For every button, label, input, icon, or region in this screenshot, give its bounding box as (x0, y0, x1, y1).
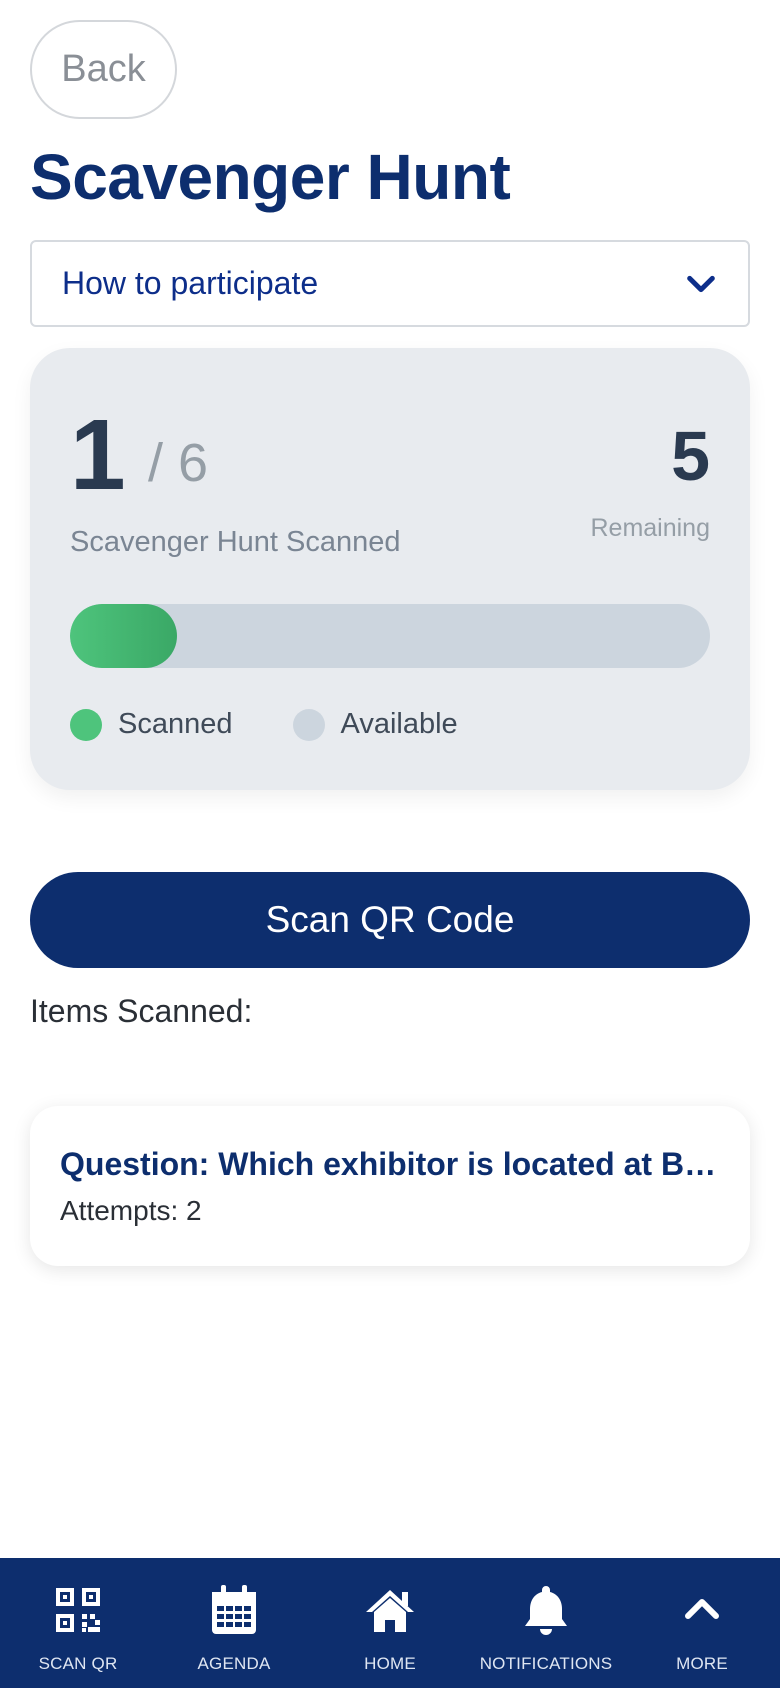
back-button-label: Back (61, 48, 146, 90)
progress-legend: Scanned Available (70, 708, 518, 741)
bell-icon (525, 1586, 567, 1635)
calendar-icon (212, 1585, 256, 1634)
nav-label-notifications: NOTIFICATIONS (479, 1654, 613, 1673)
total-count: / 6 (148, 433, 209, 493)
items-scanned-heading: Items Scanned: (30, 993, 253, 1029)
chevron-up-icon (685, 1599, 719, 1619)
how-to-participate-accordion[interactable]: How to participate (30, 240, 750, 327)
remaining-count: 5 (671, 417, 710, 495)
scanned-count: 1 (70, 399, 126, 511)
accordion-label: How to participate (62, 265, 319, 301)
list-item[interactable]: Question: Which exhibitor is located at … (30, 1106, 750, 1266)
nav-item-home[interactable]: HOME (312, 1558, 468, 1688)
nav-label-scan-qr: SCAN QR (38, 1654, 118, 1673)
qr-code-icon (56, 1588, 100, 1632)
chevron-down-icon (687, 275, 715, 292)
nav-label-agenda: AGENDA (197, 1654, 271, 1673)
legend-available-dot (292, 708, 325, 741)
legend-scanned-label: Scanned (118, 708, 233, 740)
remaining-label: Remaining (590, 514, 710, 542)
progress-bar (70, 604, 710, 668)
bottom-nav: SCAN QR AGENDA HOME NOTIFICATIONS MORE (0, 1558, 780, 1688)
item-question: Question: Which exhibitor is located at … (60, 1146, 717, 1182)
item-attempts: Attempts: 2 (60, 1195, 202, 1226)
scanned-label: Scavenger Hunt Scanned (70, 526, 401, 558)
nav-label-home: HOME (364, 1654, 416, 1673)
legend-available-label: Available (340, 708, 458, 740)
legend-scanned-dot (70, 708, 102, 741)
scan-qr-code-button[interactable]: Scan QR Code (30, 872, 750, 968)
progress-card: 1 / 6 5 Remaining Scavenger Hunt Scanned… (30, 348, 750, 790)
home-icon (366, 1590, 414, 1632)
nav-item-notifications[interactable]: NOTIFICATIONS (468, 1558, 624, 1688)
nav-item-more[interactable]: MORE (624, 1558, 780, 1688)
scavenger-hunt-page: Back Scavenger Hunt How to participate 1… (0, 0, 780, 1688)
nav-label-more: MORE (676, 1654, 728, 1673)
progress-bar-fill (70, 604, 177, 668)
back-button[interactable]: Back (30, 20, 177, 119)
page-title: Scavenger Hunt (30, 141, 511, 213)
nav-item-agenda[interactable]: AGENDA (156, 1558, 312, 1688)
scan-button-label: Scan QR Code (265, 899, 515, 940)
nav-item-scan-qr[interactable]: SCAN QR (0, 1558, 156, 1688)
